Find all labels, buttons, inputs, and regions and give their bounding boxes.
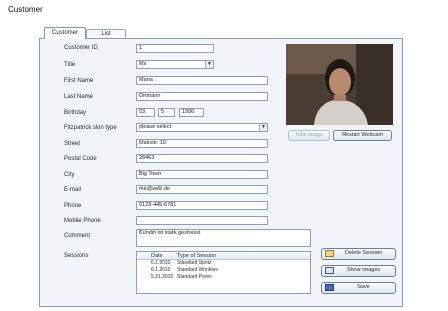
birthday-day-field[interactable]: 03 <box>136 108 155 117</box>
tab-customer[interactable]: Customer <box>44 27 86 39</box>
skin-type-label: Fitzpatrick skin type <box>64 125 117 131</box>
window-title: Customer <box>8 5 43 14</box>
column-header-type[interactable]: Type of Session <box>171 252 291 259</box>
save-label: Save <box>357 284 370 290</box>
customer-id-label: Customer ID <box>64 45 98 51</box>
first-name-field[interactable]: Maria <box>136 76 268 85</box>
table-row[interactable]: 6.1.2010 Standard Wrinkles <box>137 267 310 274</box>
birthday-year-field[interactable]: 1936 <box>179 108 204 117</box>
first-name-label: First Name <box>64 78 94 84</box>
session-type: Standard Wrinkles <box>177 267 218 273</box>
session-type: Standard Spritz <box>177 260 212 266</box>
email-field[interactable]: me@web.de <box>136 185 268 194</box>
webcam-image <box>286 44 393 125</box>
last-name-field[interactable]: Ortmann <box>136 92 268 101</box>
save-button[interactable]: Save <box>321 282 396 294</box>
birthday-month-field[interactable]: 5 <box>158 108 175 117</box>
chevron-down-icon[interactable]: ▼ <box>259 124 267 131</box>
tab-list[interactable]: List <box>86 29 126 38</box>
table-row[interactable]: 6.1.2010 Standard Spritz <box>137 260 310 267</box>
sessions-label: Sessions <box>64 253 89 259</box>
last-name-label: Last Name <box>64 94 94 100</box>
city-label: City <box>64 172 75 178</box>
mobile-phone-label: Mobile Phone <box>64 218 101 224</box>
delete-session-button[interactable]: Delete Session <box>321 248 396 260</box>
city-field[interactable]: Big Town <box>136 170 268 179</box>
table-row[interactable]: 5.21.2010 Standard Pores <box>137 274 310 281</box>
street-label: Street <box>64 141 81 147</box>
comment-label: Comment <box>64 233 91 239</box>
take-image-button[interactable]: Take Image <box>288 130 330 141</box>
person-image <box>286 44 393 125</box>
session-date: 6.1.2010 <box>151 260 171 266</box>
email-label: E-mail <box>64 187 82 193</box>
customer-id-field[interactable]: 1 <box>136 44 214 53</box>
restart-webcam-button[interactable]: Restart Webcam <box>333 130 392 141</box>
phone-label: Phone <box>64 203 82 209</box>
title-label: Title <box>64 62 76 68</box>
folder-icon <box>325 250 334 257</box>
skin-type-select[interactable]: please select ▼ <box>136 123 268 132</box>
birthday-label: Birthday <box>64 110 87 116</box>
title-select[interactable]: Ms ▼ <box>136 60 214 69</box>
session-date: 5.21.2010 <box>151 274 174 280</box>
delete-session-label: Delete Session <box>345 250 382 256</box>
show-images-button[interactable]: Show Images <box>321 265 396 277</box>
mobile-phone-field[interactable] <box>136 216 268 225</box>
phone-field[interactable]: 0123-445-6781 <box>136 201 268 210</box>
chevron-down-icon[interactable]: ▼ <box>205 61 213 68</box>
skin-type-select-value: please select <box>139 124 172 130</box>
comment-field[interactable]: Kundin ist stark gestresst <box>136 229 311 247</box>
sessions-table[interactable]: Date Type of Session 6.1.2010 Standard S… <box>136 251 311 294</box>
title-select-value: Ms <box>139 61 147 67</box>
images-icon <box>325 267 334 274</box>
column-header-date[interactable]: Date <box>137 252 171 259</box>
street-field[interactable]: Mainstr. 10 <box>136 139 268 148</box>
postal-code-label: Postal Code <box>64 156 97 162</box>
session-date: 6.1.2010 <box>151 267 171 273</box>
sessions-table-header: Date Type of Session <box>137 252 310 260</box>
show-images-label: Show Images <box>346 267 381 273</box>
session-type: Standard Pores <box>177 274 212 280</box>
postal-code-field[interactable]: 28463 <box>136 154 268 163</box>
floppy-disk-icon <box>325 284 334 291</box>
